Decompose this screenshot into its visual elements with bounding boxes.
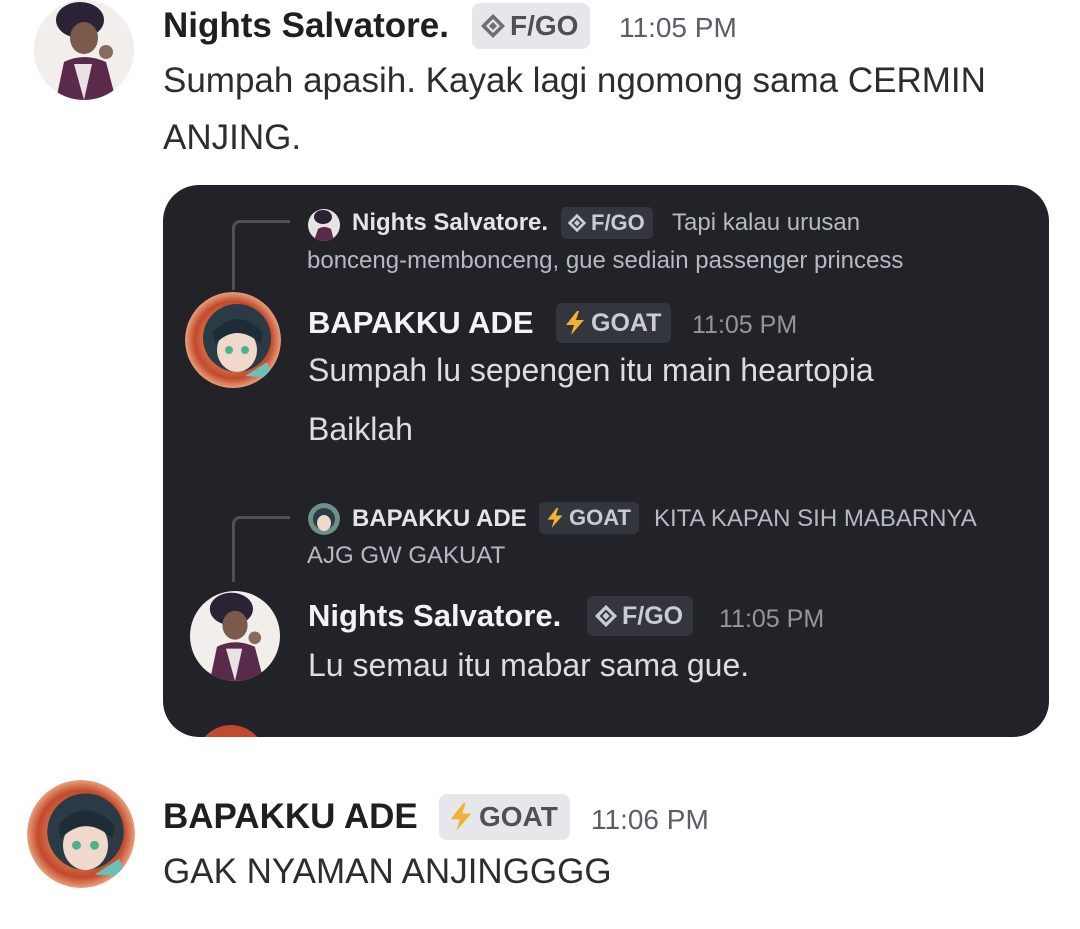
avatar-bapakku-ade-partial (196, 725, 266, 737)
role-badge[interactable]: GOAT (439, 794, 570, 840)
reply-avatar (308, 503, 340, 535)
badge-label: GOAT (569, 505, 631, 530)
avatar-bapakku-ade[interactable] (185, 292, 281, 388)
reply-author[interactable]: Nights Salvatore. (352, 209, 548, 237)
message-timestamp: 11:05 PM (692, 311, 798, 339)
reply-spine (232, 516, 290, 582)
reply-role-badge: GOAT (539, 502, 639, 534)
reply-author[interactable]: BAPAKKU ADE (352, 505, 527, 533)
reply-preview-text: AJG GW GAKUAT (307, 542, 506, 569)
reply-preview-text: bonceng-membonceng, gue sediain passenge… (307, 247, 904, 274)
message-timestamp: 11:05 PM (619, 12, 737, 43)
diamond-icon (567, 213, 587, 233)
embedded-screenshot[interactable]: Nights Salvatore. F/GO Tapi kalau urusan… (163, 185, 1049, 737)
badge-label: F/GO (622, 601, 684, 630)
role-badge[interactable]: GOAT (556, 303, 672, 343)
message-text-line: GAK NYAMAN ANJINGGGG (163, 852, 612, 891)
avatar-bapakku-ade[interactable] (27, 780, 135, 888)
message-author[interactable]: Nights Salvatore. (308, 598, 561, 634)
message-timestamp: 11:06 PM (591, 804, 709, 835)
message-author[interactable]: Nights Salvatore. (163, 6, 449, 46)
role-badge[interactable]: F/GO (472, 3, 591, 49)
reply-preview-text: KITA KAPAN SIH MABARNYA (654, 505, 977, 532)
message-text-line: Baiklah (308, 411, 413, 447)
message-text-line: Lu semau itu mabar sama gue. (308, 647, 750, 683)
reply-spine (232, 220, 290, 290)
reply-avatar (308, 209, 340, 241)
badge-label: GOAT (591, 308, 662, 337)
message-text-line: Sumpah lu sepengen itu main heartopia (308, 352, 874, 388)
message-text-line: ANJING. (163, 118, 302, 157)
diamond-icon (480, 13, 506, 39)
reply-preview-text: Tapi kalau urusan (672, 209, 861, 236)
message-timestamp: 11:05 PM (719, 605, 825, 633)
message-text-line: Sumpah apasih. Kayak lagi ngomong sama C… (163, 61, 986, 100)
lightning-icon (545, 507, 565, 529)
diamond-icon (594, 604, 618, 628)
avatar-nights-salvatore[interactable] (34, 0, 134, 100)
avatar-nights-salvatore[interactable] (190, 591, 280, 681)
message-author[interactable]: BAPAKKU ADE (308, 305, 534, 341)
message-author[interactable]: BAPAKKU ADE (163, 797, 418, 837)
badge-label: F/GO (510, 10, 579, 41)
reply-role-badge: F/GO (561, 207, 653, 239)
badge-label: GOAT (479, 801, 558, 832)
role-badge[interactable]: F/GO (587, 596, 694, 636)
badge-label: F/GO (591, 210, 645, 235)
lightning-icon (563, 310, 587, 336)
lightning-icon (447, 802, 475, 832)
